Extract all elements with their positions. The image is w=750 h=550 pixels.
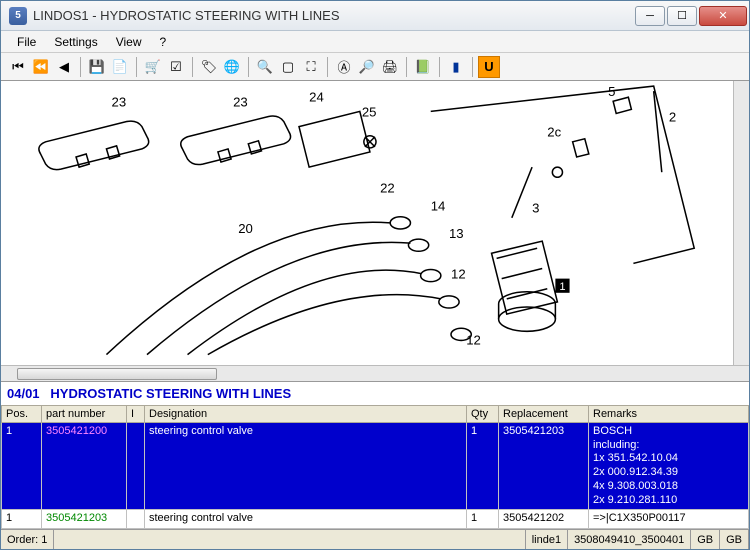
export-icon[interactable]: 📄 xyxy=(109,56,131,78)
zoom-in-icon[interactable]: 🔍 xyxy=(254,56,276,78)
callout-3: 3 xyxy=(532,201,539,216)
window-buttons: ─ ☐ ✕ xyxy=(633,6,747,26)
parts-diagram: 1 23 23 24 25 22 20 14 13 12 12 2c 3 5 2 xyxy=(1,81,749,365)
callout-23b: 23 xyxy=(233,94,248,109)
menu-view[interactable]: View xyxy=(108,33,150,51)
app-icon: 5 xyxy=(9,7,27,25)
separator xyxy=(439,57,440,77)
minimize-button[interactable]: ─ xyxy=(635,6,665,26)
cell-i xyxy=(127,510,145,529)
menubar: File Settings View ? xyxy=(1,31,749,53)
window-title: LINDOS1 - HYDROSTATIC STEERING WITH LINE… xyxy=(33,8,633,23)
separator xyxy=(192,57,193,77)
check-icon[interactable]: ☑ xyxy=(165,56,187,78)
a-icon[interactable]: Ⓐ xyxy=(333,56,355,78)
cell-remarks: =>|C1X350P00117 xyxy=(589,510,749,529)
status-lang1: GB xyxy=(691,530,720,549)
cell-qty: 1 xyxy=(467,422,499,510)
fit-icon[interactable]: ⛶ xyxy=(300,56,322,78)
cell-designation: steering control valve xyxy=(145,510,467,529)
statusbar: Order: 1 linde1 3508049410_3500401 GB GB xyxy=(1,529,749,549)
cell-designation: steering control valve xyxy=(145,422,467,510)
globe-icon[interactable]: 🌐 xyxy=(221,56,243,78)
close-button[interactable]: ✕ xyxy=(699,6,747,26)
toolbar: ⏮ ⏪ ◀ 💾 📄 🛒 ☑ 🏷 🌐 🔍 ▢ ⛶ Ⓐ 🔎 🖨 📗 ▮ U xyxy=(1,53,749,81)
status-code: 3508049410_3500401 xyxy=(568,530,691,549)
col-partnum[interactable]: part number xyxy=(42,405,127,422)
cart-icon[interactable]: 🛒 xyxy=(142,56,164,78)
cell-i xyxy=(127,422,145,510)
titlebar: 5 LINDOS1 - HYDROSTATIC STEERING WITH LI… xyxy=(1,1,749,31)
parts-table-area: 04/01 HYDROSTATIC STEERING WITH LINES Po… xyxy=(1,381,749,529)
cell-replacement: 3505421203 xyxy=(499,422,589,510)
separator xyxy=(136,57,137,77)
callout-2c: 2c xyxy=(547,125,561,140)
menu-settings[interactable]: Settings xyxy=(46,33,105,51)
callout-23a: 23 xyxy=(112,94,127,109)
book-icon[interactable]: 📗 xyxy=(412,56,434,78)
tag-icon[interactable]: 🏷 xyxy=(198,56,220,78)
order-label: Order: xyxy=(7,534,38,546)
col-designation[interactable]: Designation xyxy=(145,405,467,422)
cell-partnum: 3505421200 xyxy=(42,422,127,510)
app-window: 5 LINDOS1 - HYDROSTATIC STEERING WITH LI… xyxy=(0,0,750,550)
cell-replacement: 3505421202 xyxy=(499,510,589,529)
col-replacement[interactable]: Replacement xyxy=(499,405,589,422)
col-remarks[interactable]: Remarks xyxy=(589,405,749,422)
status-lang2: GB xyxy=(720,530,749,549)
scrollbar-horizontal[interactable] xyxy=(1,365,749,381)
save-icon[interactable]: 💾 xyxy=(86,56,108,78)
section-code: 04/01 xyxy=(7,386,40,401)
callout-12a: 12 xyxy=(451,267,466,282)
callout-5: 5 xyxy=(608,84,615,99)
cell-partnum: 3505421203 xyxy=(42,510,127,529)
col-qty[interactable]: Qty xyxy=(467,405,499,422)
separator xyxy=(327,57,328,77)
menu-help[interactable]: ? xyxy=(152,33,175,51)
status-spacer xyxy=(54,530,525,549)
cell-remarks: BOSCH including: 1x 351.542.10.04 2x 000… xyxy=(589,422,749,510)
table-row[interactable]: 13505421200steering control valve1350542… xyxy=(2,422,749,510)
menu-file[interactable]: File xyxy=(9,33,44,51)
print-icon[interactable]: 🖨 xyxy=(379,56,401,78)
callout-13: 13 xyxy=(449,226,464,241)
callout-25: 25 xyxy=(362,104,377,119)
separator xyxy=(248,57,249,77)
callout-2: 2 xyxy=(669,110,676,125)
callout-14: 14 xyxy=(431,199,446,214)
col-pos[interactable]: Pos. xyxy=(2,405,42,422)
rewind-icon[interactable]: ⏪ xyxy=(30,56,52,78)
find-icon[interactable]: 🔎 xyxy=(356,56,378,78)
callout-20: 20 xyxy=(238,221,253,236)
parts-table: Pos. part number I Designation Qty Repla… xyxy=(1,405,749,529)
scroll-thumb[interactable] xyxy=(17,368,217,380)
u-icon[interactable]: U xyxy=(478,56,500,78)
cell-qty: 1 xyxy=(467,510,499,529)
table-row[interactable]: 13505421203steering control valve1350542… xyxy=(2,510,749,529)
section-header: 04/01 HYDROSTATIC STEERING WITH LINES xyxy=(1,382,749,405)
page-icon[interactable]: ▢ xyxy=(277,56,299,78)
scrollbar-vertical[interactable] xyxy=(733,81,749,365)
cell-pos: 1 xyxy=(2,422,42,510)
section-title: HYDROSTATIC STEERING WITH LINES xyxy=(50,386,291,401)
table-header-row: Pos. part number I Designation Qty Repla… xyxy=(2,405,749,422)
first-icon[interactable]: ⏮ xyxy=(7,56,29,78)
prev-icon[interactable]: ◀ xyxy=(53,56,75,78)
maximize-button[interactable]: ☐ xyxy=(667,6,697,26)
callout-12b: 12 xyxy=(466,332,481,347)
separator xyxy=(80,57,81,77)
status-order: Order: 1 xyxy=(1,530,54,549)
col-i[interactable]: I xyxy=(127,405,145,422)
order-value: 1 xyxy=(41,534,47,546)
cell-pos: 1 xyxy=(2,510,42,529)
callout-22: 22 xyxy=(380,180,395,195)
callout-24: 24 xyxy=(309,89,324,104)
separator xyxy=(406,57,407,77)
separator xyxy=(472,57,473,77)
diagram-viewport[interactable]: 1 23 23 24 25 22 20 14 13 12 12 2c 3 5 2 xyxy=(1,81,749,365)
status-user: linde1 xyxy=(526,530,568,549)
flag-icon[interactable]: ▮ xyxy=(445,56,467,78)
svg-text:1: 1 xyxy=(559,281,565,293)
